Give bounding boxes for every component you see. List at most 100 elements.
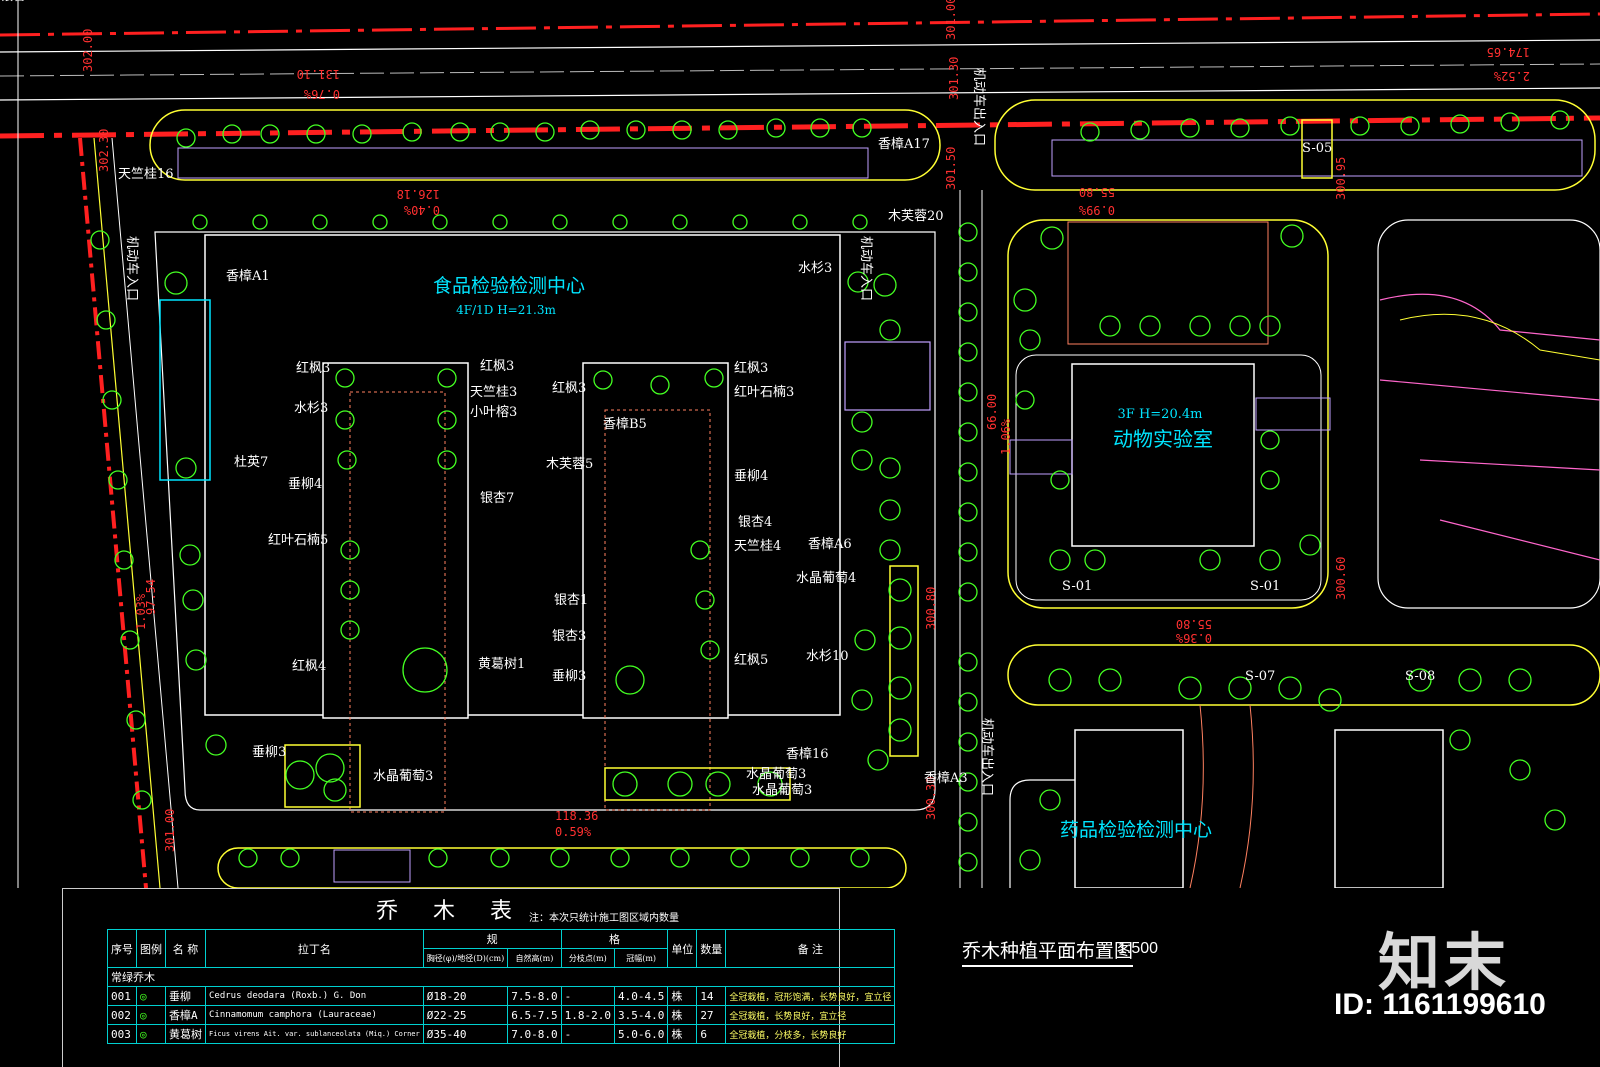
tree-label: 红叶石楠3 [734, 384, 794, 400]
header-symbol: 图例 [136, 929, 166, 968]
cell-index: 002 [107, 1005, 137, 1025]
cell-branch: 1.8-2.0 [560, 1005, 615, 1025]
table-row: 002 ◎ 香樟A Cinnamomum camphora (Lauraceae… [107, 1005, 896, 1025]
header-spec-a: 规 [422, 929, 562, 949]
dimension-label: 301.00 [163, 809, 177, 852]
food-center-spec: 4F/1D H=21.3m [456, 303, 556, 317]
cell-latin: Cedrus deodara (Roxb.) G. Don [205, 986, 424, 1006]
dimension-label: 2.52% [1493, 69, 1530, 83]
animal-lab-spec: 3F H=20.4m [1118, 407, 1203, 422]
cell-remarks: 全冠栽植，长势良好，宜立径 [725, 1005, 896, 1025]
dimension-label: 301.50 [944, 147, 958, 190]
header-latin: 拉丁名 [205, 929, 424, 968]
header-index: 序号 [107, 929, 137, 968]
header-unit: 单位 [667, 929, 698, 968]
tree-label: 木芙蓉5 [546, 457, 593, 472]
dimension-label: 118.36 [555, 809, 598, 823]
tree-label: 香樟16 [786, 747, 829, 762]
tree-schedule-table: 序号 图例 名 称 拉丁名 规 格 单位 数量 备 注 胸径(φ)/地径(D)(… [106, 929, 896, 1044]
entrance-right: 机动车入口 [858, 236, 874, 301]
cell-index: 003 [107, 1024, 137, 1044]
dimension-label: 0.59% [555, 825, 592, 839]
zone-tag: S-01 [1250, 579, 1280, 594]
group-label: 常绿乔木 [106, 967, 896, 987]
subheader-height: 自然高(m) [507, 948, 562, 968]
subheader-crown: 冠幅(m) [613, 948, 669, 968]
cell-branch: - [560, 986, 615, 1006]
animal-lab-name: 动物实验室 [1113, 427, 1213, 451]
zone-tag: S-07 [1245, 669, 1275, 684]
cell-branch: - [560, 1024, 615, 1044]
tree-label: 香樟A6 [808, 537, 852, 552]
tree-symbol-icon: ◎ [136, 986, 166, 1006]
cell-qty: 27 [696, 1005, 727, 1025]
dimension-label: 1.03% [134, 593, 148, 630]
cell-dbh: Ø35-40 [422, 1024, 509, 1044]
entrance-left: 机动车入口 [124, 236, 140, 301]
tree-label: 水杉3 [294, 401, 328, 416]
tree-label: 水晶葡萄3 [746, 767, 806, 782]
cell-crown: 5.0-6.0 [613, 1024, 669, 1044]
cell-dbh: Ø22-25 [422, 1005, 509, 1025]
tree-label: 银杏15 [0, 0, 43, 4]
tree-label: 红枫5 [734, 652, 768, 668]
cell-qty: 6 [696, 1024, 727, 1044]
tree-label: 天竺桂3 [470, 385, 517, 400]
cell-unit: 株 [667, 1024, 698, 1044]
tree-label: 垂柳3 [252, 745, 286, 760]
header-remarks: 备 注 [725, 929, 896, 968]
dimension-label: 0.99% [1078, 203, 1115, 217]
dimension-label: 300.80 [924, 587, 938, 630]
table-row: 003 ◎ 黄葛树 Ficus virens Ait. var. sublanc… [107, 1024, 896, 1044]
tree-label: 红枫4 [292, 658, 326, 674]
header-qty: 数量 [696, 929, 727, 968]
tree-label: 银杏7 [480, 491, 514, 506]
right-landscape [1377, 219, 1600, 609]
cell-name: 垂柳 [165, 986, 206, 1006]
tree-label: 香樟A3 [924, 771, 968, 786]
cell-name: 香樟A [165, 1005, 206, 1025]
table-note: 注：本次只统计施工图区域内数量 [529, 913, 679, 924]
tree-label: 垂柳4 [734, 469, 768, 484]
cell-qty: 14 [696, 986, 727, 1006]
dimension-label: 0.76% [303, 87, 340, 101]
zone-tag: S-08 [1405, 669, 1435, 684]
site-plan-drawing: 食品检验检测中心 4F/1D H=21.3m 3F H=20.4m 动物实验室 … [0, 0, 1600, 888]
cell-unit: 株 [667, 1005, 698, 1025]
tree-label: 水杉3 [798, 261, 832, 276]
cell-latin: Cinnamomum camphora (Lauraceae) [205, 1005, 424, 1025]
tree-label: 小叶榕3 [470, 405, 517, 420]
dimension-label: 131.10 [297, 67, 340, 81]
asset-id: ID: 1161199610 [1334, 988, 1546, 1021]
food-center-site [154, 231, 936, 813]
tree-label: 天竺桂16 [118, 167, 174, 182]
cell-dbh: Ø18-20 [422, 986, 509, 1006]
tree-label: 银杏3 [552, 629, 586, 644]
dimension-label: 126.18 [397, 187, 440, 201]
dimension-label: 302.00 [81, 29, 95, 72]
entrance-bottom: 机动车出入口 [979, 718, 995, 796]
cell-name: 黄葛树 [165, 1024, 206, 1044]
dimension-label: 300.60 [1334, 557, 1348, 600]
food-center-name: 食品检验检测中心 [433, 275, 585, 297]
tree-label: 木芙蓉20 [888, 209, 944, 224]
cell-height: 7.5-8.0 [507, 986, 562, 1006]
table-title: 乔 木 表 [376, 899, 526, 924]
tree-label: 红枫3 [734, 360, 768, 376]
cell-remarks: 全冠栽植，分枝多，长势良好 [725, 1024, 896, 1044]
tree-symbol-icon: ◎ [136, 1024, 166, 1044]
tree-label: 红枫3 [480, 358, 514, 374]
dimension-label: 66.00 [985, 394, 999, 430]
cell-latin: Ficus virens Ait. var. sublanceolata (Mi… [205, 1024, 424, 1044]
dimension-label: 0.40% [403, 203, 440, 217]
table-group-row: 常绿乔木 [106, 967, 896, 987]
tree-label: 银杏4 [738, 515, 772, 530]
cell-crown: 4.0-4.5 [613, 986, 669, 1006]
top-planting-strips [149, 99, 1596, 191]
cell-index: 001 [107, 986, 137, 1006]
tree-label: 香樟A17 [878, 137, 930, 152]
drug-center-name: 药品检验检测中心 [1060, 819, 1212, 841]
table-row: 001 ◎ 垂柳 Cedrus deodara (Roxb.) G. Don Ø… [107, 986, 896, 1006]
tree-label: 水杉10 [806, 649, 849, 664]
subheader-dbh: 胸径(φ)/地径(D)(cm) [422, 948, 509, 968]
